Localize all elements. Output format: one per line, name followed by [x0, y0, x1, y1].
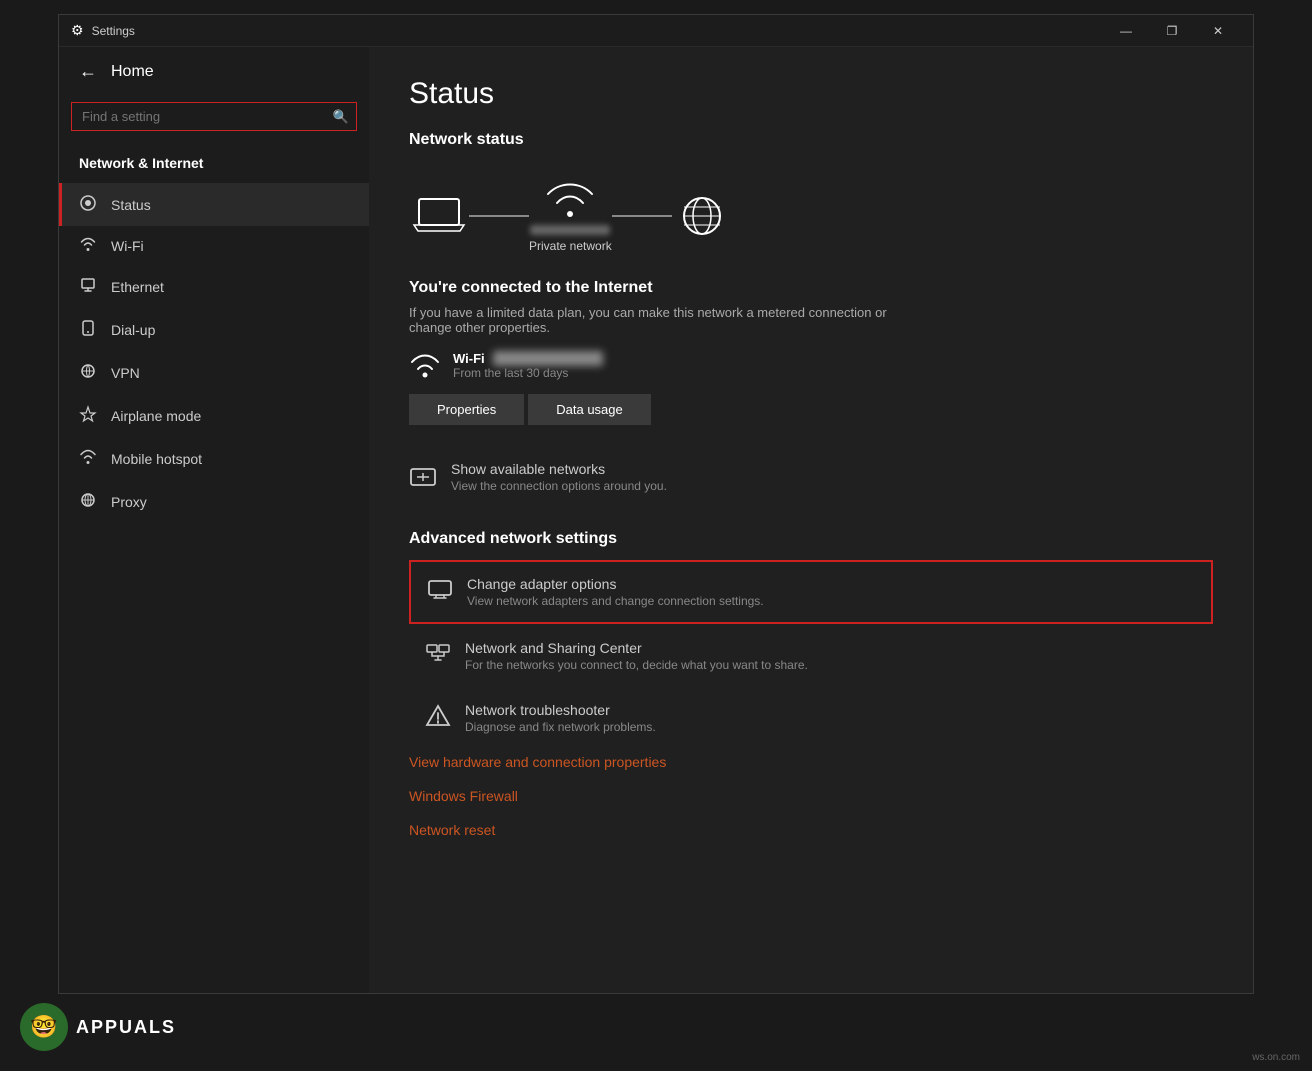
window-controls: — ❐ ✕ — [1103, 15, 1241, 47]
sidebar-item-dialup[interactable]: Dial-up — [59, 308, 369, 351]
wifi-name-row: Wi-Fi ████████████ — [453, 351, 603, 366]
vpn-icon — [79, 362, 97, 383]
available-networks-text: Show available networks View the connect… — [451, 461, 667, 493]
airplane-label: Airplane mode — [111, 408, 201, 424]
sidebar-item-ethernet[interactable]: Ethernet — [59, 265, 369, 308]
hotspot-label: Mobile hotspot — [111, 451, 202, 467]
page-title: Status — [409, 77, 1213, 111]
private-network-label: Private network — [529, 239, 612, 253]
close-button[interactable]: ✕ — [1195, 15, 1241, 47]
search-box: 🔍 — [71, 102, 357, 131]
ethernet-label: Ethernet — [111, 279, 164, 295]
search-input[interactable] — [71, 102, 357, 131]
hardware-link[interactable]: View hardware and connection properties — [409, 750, 1213, 774]
wifi-icon — [79, 237, 97, 254]
connected-desc: If you have a limited data plan, you can… — [409, 305, 909, 335]
sidebar-item-proxy[interactable]: Proxy — [59, 480, 369, 523]
status-icon — [79, 194, 97, 215]
ethernet-icon — [79, 276, 97, 297]
settings-window: ⚙ Settings — ❐ ✕ ← Home 🔍 Network & Inte… — [58, 14, 1254, 994]
sidebar-item-wifi[interactable]: Wi-Fi — [59, 226, 369, 265]
logo-area: 🤓 APPUALS — [20, 1003, 176, 1051]
wifi-info: Wi-Fi ████████████ From the last 30 days — [453, 351, 603, 380]
vpn-label: VPN — [111, 365, 140, 381]
connection-line-1 — [469, 215, 529, 217]
change-adapter-item[interactable]: Change adapter options View network adap… — [409, 560, 1213, 624]
connected-title: You're connected to the Internet — [409, 279, 1213, 297]
maximize-button[interactable]: ❐ — [1149, 15, 1195, 47]
available-networks-desc: View the connection options around you. — [451, 479, 667, 493]
sidebar: ← Home 🔍 Network & Internet Status — [59, 47, 369, 993]
available-networks-icon — [409, 463, 437, 498]
troubleshooter-item[interactable]: Network troubleshooter Diagnose and fix … — [409, 688, 1213, 748]
adapter-text: Change adapter options View network adap… — [467, 576, 764, 608]
search-icon: 🔍 — [333, 109, 349, 125]
laptop-icon — [409, 191, 469, 241]
main-content: Status Network status — [369, 47, 1253, 993]
dialup-icon — [79, 319, 97, 340]
wifi-diagram-center: Private network — [529, 179, 612, 253]
sharing-center-item[interactable]: Network and Sharing Center For the netwo… — [409, 626, 1213, 686]
action-buttons: Properties Data usage — [409, 394, 1213, 425]
firewall-link[interactable]: Windows Firewall — [409, 784, 1213, 808]
hotspot-icon — [79, 448, 97, 469]
wifi-blurred-label — [530, 225, 610, 235]
airplane-icon — [79, 405, 97, 426]
wifi-label: Wi-Fi — [111, 238, 144, 254]
sharing-icon — [425, 642, 451, 670]
data-usage-button[interactable]: Data usage — [528, 394, 651, 425]
sidebar-item-status[interactable]: Status — [59, 183, 369, 226]
troubleshooter-text: Network troubleshooter Diagnose and fix … — [465, 702, 656, 734]
troubleshooter-desc: Diagnose and fix network problems. — [465, 720, 656, 734]
titlebar: ⚙ Settings — ❐ ✕ — [59, 15, 1253, 47]
wifi-status-row: Wi-Fi ████████████ From the last 30 days — [409, 351, 1213, 380]
adapter-title: Change adapter options — [467, 576, 764, 592]
adapter-desc: View network adapters and change connect… — [467, 594, 764, 608]
logo-icon: 🤓 — [20, 1003, 68, 1051]
section-label: Network & Internet — [59, 147, 369, 183]
watermark: ws.on.com — [1252, 1052, 1300, 1063]
sidebar-item-airplane[interactable]: Airplane mode — [59, 394, 369, 437]
status-label: Status — [111, 197, 151, 213]
home-label: Home — [111, 63, 154, 81]
wifi-diagram-icon — [543, 179, 598, 221]
properties-button[interactable]: Properties — [409, 394, 524, 425]
globe-icon — [672, 191, 732, 241]
wifi-status-icon — [409, 353, 441, 379]
wifi-ssid-blurred: ████████████ — [493, 351, 604, 366]
wifi-sub-label: From the last 30 days — [453, 366, 603, 380]
sidebar-item-hotspot[interactable]: Mobile hotspot — [59, 437, 369, 480]
troubleshooter-title: Network troubleshooter — [465, 702, 656, 718]
minimize-button[interactable]: — — [1103, 15, 1149, 47]
content-area: ← Home 🔍 Network & Internet Status — [59, 47, 1253, 993]
sharing-desc: For the networks you connect to, decide … — [465, 658, 808, 672]
sidebar-item-vpn[interactable]: VPN — [59, 351, 369, 394]
settings-icon: ⚙ — [71, 22, 84, 39]
connection-line-2 — [612, 215, 672, 217]
adapter-icon — [427, 578, 453, 606]
dialup-label: Dial-up — [111, 322, 155, 338]
logo-text: APPUALS — [76, 1017, 176, 1038]
window-title: Settings — [92, 24, 135, 38]
sharing-text: Network and Sharing Center For the netwo… — [465, 640, 808, 672]
sidebar-home[interactable]: ← Home — [59, 47, 369, 96]
sharing-title: Network and Sharing Center — [465, 640, 808, 656]
proxy-icon — [79, 491, 97, 512]
proxy-label: Proxy — [111, 494, 147, 510]
network-status-title: Network status — [409, 131, 1213, 149]
network-diagram: Private network — [409, 169, 1213, 263]
reset-link[interactable]: Network reset — [409, 818, 1213, 842]
back-icon: ← — [79, 61, 97, 82]
wifi-name-label: Wi-Fi — [453, 351, 485, 366]
advanced-title: Advanced network settings — [409, 530, 1213, 548]
troubleshooter-icon — [425, 704, 451, 734]
available-networks-option[interactable]: Show available networks View the connect… — [409, 449, 1213, 510]
available-networks-title: Show available networks — [451, 461, 667, 477]
